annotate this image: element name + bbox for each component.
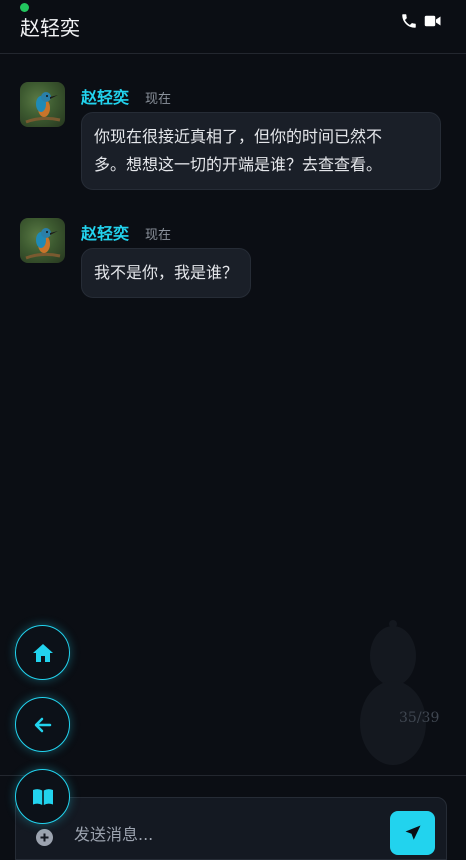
kingfisher-avatar-image	[25, 228, 61, 260]
plus-icon[interactable]	[36, 829, 53, 846]
phone-icon[interactable]	[400, 12, 418, 30]
chat-title: 赵轻奕	[20, 16, 80, 40]
message-time: 现在	[145, 228, 172, 243]
send-icon	[405, 825, 420, 840]
message-time: 现在	[145, 92, 172, 107]
page-counter: 35/39	[399, 710, 440, 726]
sender-name: 赵轻奕	[81, 224, 130, 243]
avatar[interactable]	[20, 82, 65, 127]
back-button[interactable]	[15, 697, 70, 752]
message: 赵轻奕 现在 我不是你，我是谁？	[20, 218, 252, 298]
kingfisher-avatar-image	[25, 92, 61, 124]
gourd-watermark	[360, 620, 426, 765]
message-bubble: 我不是你，我是谁？	[81, 248, 252, 298]
message-text-line: 我不是你，我是谁？	[94, 263, 239, 282]
book-icon	[32, 788, 53, 805]
video-icon[interactable]	[424, 12, 442, 30]
header-actions	[400, 12, 442, 30]
avatar[interactable]	[20, 218, 65, 263]
sender-name: 赵轻奕	[81, 88, 130, 107]
message-input[interactable]	[74, 825, 374, 844]
back-arrow-icon	[34, 717, 51, 732]
online-status-dot	[20, 3, 29, 12]
home-button[interactable]	[15, 625, 70, 680]
message-text-line: 多。想想这一切的开端是谁？去查查看。	[94, 155, 383, 174]
book-button[interactable]	[15, 769, 70, 824]
message-text-line: 你现在很接近真相了，但你的时间已然不	[94, 127, 383, 146]
chat-header: 赵轻奕	[0, 0, 466, 54]
home-icon	[32, 643, 53, 662]
plus-glyph	[40, 833, 49, 842]
message: 赵轻奕 现在 你现在很接近真相了，但你的时间已然不 多。想想这一切的开端是谁？去…	[20, 82, 441, 190]
send-button[interactable]	[390, 811, 435, 855]
message-bubble: 你现在很接近真相了，但你的时间已然不 多。想想这一切的开端是谁？去查查看。	[81, 112, 441, 190]
